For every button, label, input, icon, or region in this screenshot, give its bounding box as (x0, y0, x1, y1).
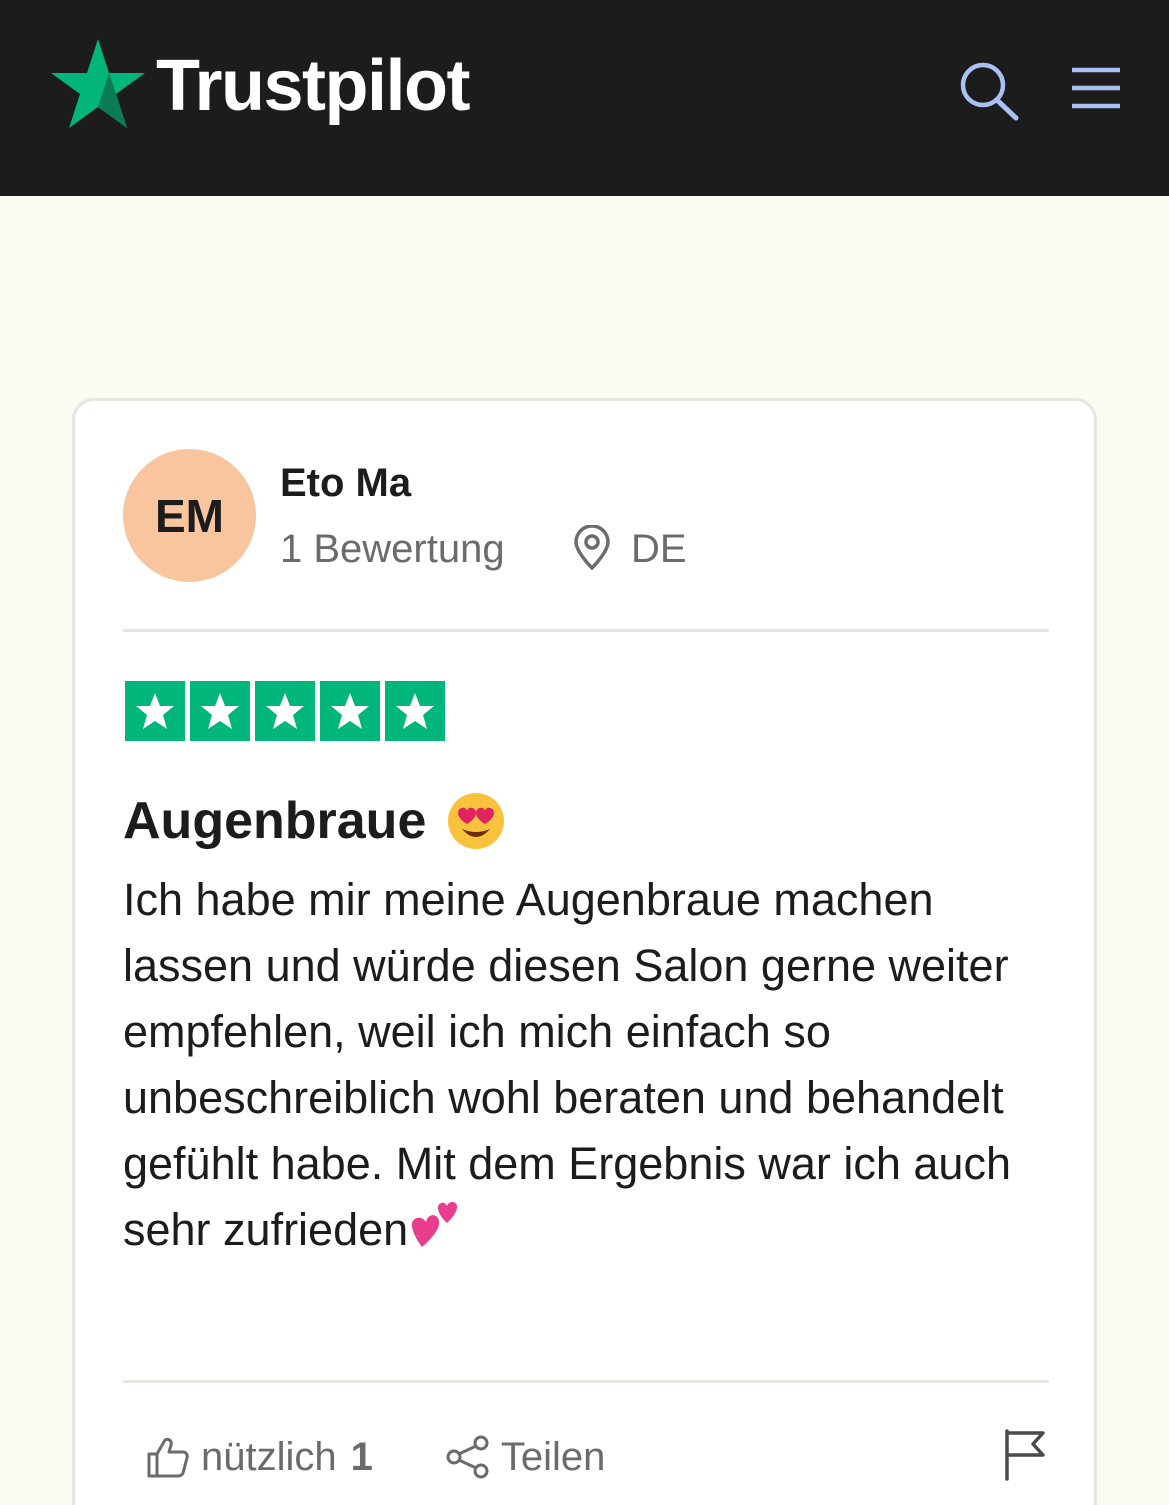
share-button[interactable]: Teilen (445, 1434, 606, 1480)
report-button[interactable] (1001, 1427, 1049, 1481)
divider (123, 1380, 1049, 1383)
review-body: Ich habe mir meine Augenbraue machen las… (123, 867, 1063, 1263)
reviewer-review-count: 1 Bewertung (280, 527, 505, 571)
review-card: EM Eto Ma 1 Bewertung DE Augenbraue Ich … (72, 398, 1097, 1505)
brand-name: Trustpilot (156, 46, 470, 126)
review-title[interactable]: Augenbraue (123, 791, 506, 851)
useful-label: nützlich (201, 1434, 337, 1479)
rating-star (125, 681, 185, 741)
star-icon (396, 693, 434, 729)
star-rating (125, 681, 445, 741)
star-icon (331, 693, 369, 729)
menu-button[interactable] (1068, 62, 1124, 114)
rating-star (320, 681, 380, 741)
share-label: Teilen (500, 1434, 606, 1479)
review-title-text: Augenbraue (123, 792, 427, 850)
search-icon (960, 62, 1019, 121)
star-icon (266, 693, 304, 729)
share-icon (446, 1435, 489, 1479)
heart-eyes-emoji-icon (448, 793, 505, 849)
menu-icon (1072, 67, 1120, 109)
useful-button[interactable]: nützlich 1 (145, 1434, 373, 1480)
review-body-text: Ich habe mir meine Augenbraue machen las… (123, 874, 1011, 1255)
rating-star (190, 681, 250, 741)
location-pin-icon (574, 525, 610, 570)
flag-icon (1005, 1429, 1045, 1481)
rating-star (255, 681, 315, 741)
trustpilot-logo[interactable]: Trustpilot (48, 36, 470, 136)
thumbs-up-icon (147, 1437, 189, 1478)
avatar[interactable]: EM (123, 449, 256, 582)
two-hearts-emoji-icon (411, 1202, 458, 1247)
divider (123, 629, 1049, 632)
search-button[interactable] (956, 58, 1022, 124)
reviewer-name[interactable]: Eto Ma (280, 461, 411, 506)
trustpilot-star-icon (51, 39, 145, 128)
rating-star (385, 681, 445, 741)
star-icon (136, 693, 174, 729)
top-nav-bar: Trustpilot (0, 0, 1169, 196)
review-actions: nützlich 1 Teilen (145, 1429, 605, 1485)
star-icon (201, 693, 239, 729)
reviewer-country: DE (631, 527, 687, 571)
useful-count: 1 (350, 1434, 373, 1479)
